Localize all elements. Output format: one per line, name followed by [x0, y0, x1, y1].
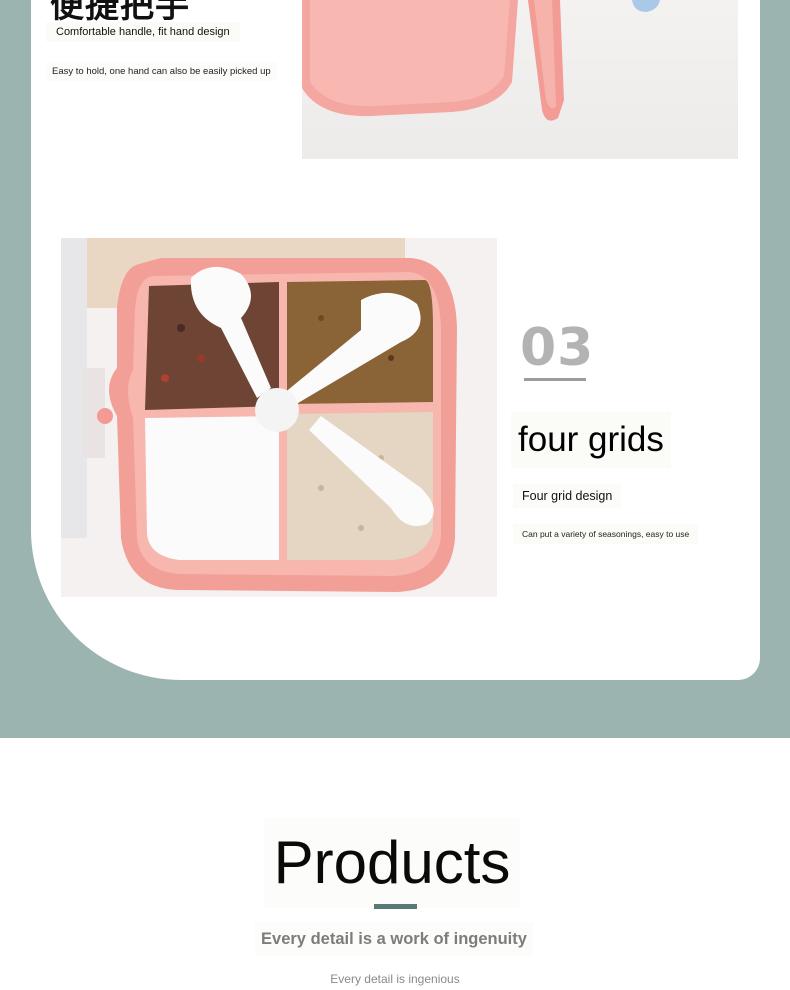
products-section-subtitle: Every detail is a work of ingenuity	[255, 922, 533, 956]
feature-grids-title: Four grid design	[513, 484, 622, 508]
products-section-caption: Every detail is ingenious	[330, 972, 460, 986]
feature-number-underline	[524, 378, 586, 381]
product-photo-handle	[302, 0, 738, 159]
feature-grids-description: Can put a variety of seasonings, easy to…	[513, 524, 699, 544]
products-title-accent-bar	[374, 904, 417, 909]
product-photo-four-grids	[61, 238, 497, 597]
feature-handle-description: Easy to hold, one hand can also be easil…	[46, 62, 277, 81]
products-section-title: Products	[264, 818, 520, 908]
feature-handle-title: Comfortable handle, fit hand design	[46, 22, 240, 42]
four-grid-box-illustration	[61, 238, 457, 592]
feature-number: 03	[520, 318, 595, 378]
feature-grids-heading: four grids	[511, 412, 671, 468]
handle-illustration	[302, 0, 660, 121]
